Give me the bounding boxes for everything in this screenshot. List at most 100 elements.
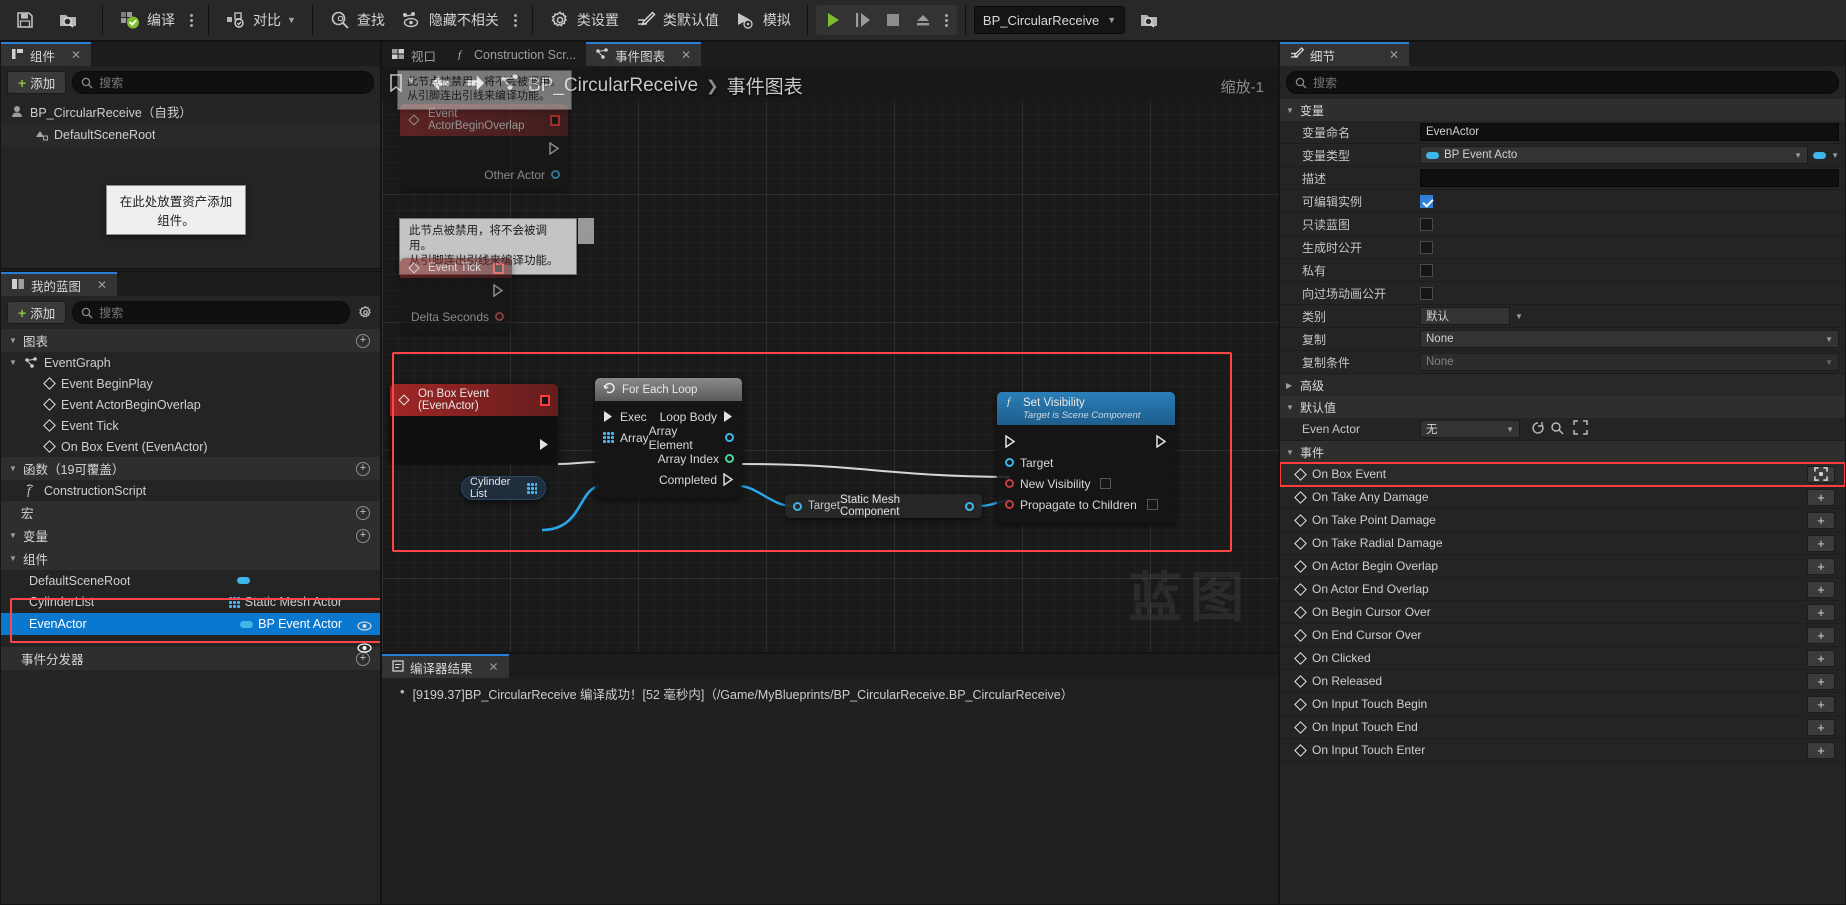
diff-button[interactable]: 对比 ▼ xyxy=(217,3,304,37)
tab-construction-script[interactable]: f Construction Scr... xyxy=(446,42,586,66)
tree-item-event[interactable]: Event ActorBeginOverlap xyxy=(1,394,380,415)
class-settings-button[interactable]: 类设置 xyxy=(541,3,627,37)
save-button[interactable] xyxy=(6,3,50,37)
section-components[interactable]: ▼ 组件 xyxy=(1,547,380,570)
section-event-dispatchers[interactable]: 事件分发器 + xyxy=(1,647,380,670)
add-event-button[interactable]: + xyxy=(1807,649,1835,667)
object-out-pin[interactable] xyxy=(551,170,560,179)
bool-in-pin[interactable] xyxy=(1005,479,1014,488)
details-event-row[interactable]: On Clicked + xyxy=(1280,647,1845,670)
add-function-button[interactable]: + xyxy=(356,461,370,476)
tree-item-function[interactable]: f ConstructionScript xyxy=(1,480,380,501)
my-blueprint-search-input[interactable]: 搜索 xyxy=(72,301,350,324)
component-child-item[interactable]: DefaultSceneRoot xyxy=(1,123,380,147)
add-event-button[interactable]: + xyxy=(1807,741,1835,759)
add-event-button[interactable]: + xyxy=(1807,511,1835,529)
bool-in-pin[interactable] xyxy=(1005,500,1014,509)
section-variables[interactable]: ▼ 变量 + xyxy=(1,524,380,547)
details-event-row[interactable]: On Take Point Damage + xyxy=(1280,509,1845,532)
add-event-button[interactable]: + xyxy=(1807,557,1835,575)
details-event-row[interactable]: On Take Any Damage + xyxy=(1280,486,1845,509)
find-button[interactable]: 查找 xyxy=(321,3,393,37)
tab-components[interactable]: 组件 ✕ xyxy=(1,42,92,66)
use-selected-asset-icon[interactable] xyxy=(1531,421,1545,438)
tab-viewport[interactable]: 视口 xyxy=(382,42,446,66)
add-macro-button[interactable]: + xyxy=(356,505,370,520)
add-graph-button[interactable]: + xyxy=(356,333,370,348)
variable-name-input[interactable]: EvenActor xyxy=(1420,123,1839,141)
exec-in-pin[interactable] xyxy=(603,410,614,423)
class-defaults-button[interactable]: 类默认值 xyxy=(627,3,727,37)
details-section-advanced[interactable]: ▶ 高级 xyxy=(1280,374,1845,396)
exec-out-pin[interactable] xyxy=(723,473,734,486)
exec-out-pin[interactable] xyxy=(723,410,734,423)
goto-event-button[interactable] xyxy=(1807,465,1835,483)
node-static-mesh-component[interactable]: Target Static Mesh Component xyxy=(785,494,982,518)
details-event-row[interactable]: On Take Radial Damage + xyxy=(1280,532,1845,555)
details-search-input[interactable]: 搜索 xyxy=(1286,71,1839,94)
details-event-row[interactable]: On Box Event xyxy=(1280,462,1845,487)
array-out-pin[interactable] xyxy=(526,482,537,494)
tab-compiler-results[interactable]: 编译器结果 ✕ xyxy=(382,654,509,678)
expose-on-spawn-checkbox[interactable] xyxy=(1420,240,1433,254)
replication-select[interactable]: None ▼ xyxy=(1420,330,1839,348)
add-event-button[interactable]: + xyxy=(1807,695,1835,713)
add-event-button[interactable]: + xyxy=(1807,580,1835,598)
component-visibility-toggle[interactable] xyxy=(357,642,372,657)
details-event-row[interactable]: On Input Touch Begin + xyxy=(1280,693,1845,716)
section-graphs[interactable]: ▼ 图表 + xyxy=(1,329,380,352)
target-in-pin[interactable] xyxy=(1005,458,1014,467)
hide-unrelated-options-button[interactable] xyxy=(507,3,524,37)
category-select[interactable]: 默认 xyxy=(1420,307,1510,325)
chevron-down-icon[interactable]: ▼ xyxy=(1515,312,1523,321)
add-variable-button[interactable]: + xyxy=(356,528,370,543)
simulate-button[interactable]: 模拟 xyxy=(727,3,799,37)
hide-unrelated-button[interactable]: 隐藏不相关 xyxy=(393,3,507,37)
blueprint-selector[interactable]: BP_CircularReceive ▼ xyxy=(973,6,1126,34)
node-cylinder-list[interactable]: Cylinder List xyxy=(461,476,546,500)
add-event-button[interactable]: + xyxy=(1807,534,1835,552)
compiler-results-row[interactable]: • [9199.37]BP_CircularReceive 编译成功！[52 毫… xyxy=(382,678,1278,703)
compile-button[interactable]: 编译 xyxy=(111,3,183,37)
details-event-row[interactable]: On Begin Cursor Over + xyxy=(1280,601,1845,624)
close-icon[interactable]: ✕ xyxy=(97,278,107,292)
add-event-button[interactable]: + xyxy=(1807,718,1835,736)
play-options-button[interactable] xyxy=(938,6,955,34)
variable-container-swatch[interactable] xyxy=(1813,151,1827,159)
blueprint-component-row[interactable]: EvenActor BP Event Actor xyxy=(1,613,380,635)
tree-item-event-graph[interactable]: ▼ EventGraph xyxy=(1,352,380,373)
object-out-pin[interactable] xyxy=(725,433,734,442)
graph-canvas[interactable]: ▼ BP_CircularReceive ❯ 事件图表 缩放-1 蓝图 Even… xyxy=(382,66,1278,652)
component-visibility-toggle[interactable] xyxy=(357,620,372,635)
browse-to-asset-icon[interactable] xyxy=(1550,421,1564,438)
browse-button[interactable] xyxy=(50,3,94,37)
float-out-pin[interactable] xyxy=(495,312,504,321)
step-button[interactable] xyxy=(848,5,878,35)
editable-instance-checkbox[interactable] xyxy=(1420,194,1433,208)
add-event-button[interactable]: + xyxy=(1807,626,1835,644)
details-event-row[interactable]: On Input Touch Enter + xyxy=(1280,739,1845,762)
close-icon[interactable]: ✕ xyxy=(681,48,691,62)
tree-item-event[interactable]: Event Tick xyxy=(1,415,380,436)
new-visibility-checkbox[interactable] xyxy=(1100,478,1112,489)
tab-my-blueprint[interactable]: 我的蓝图 ✕ xyxy=(1,272,118,296)
section-macros[interactable]: 宏 + xyxy=(1,501,380,524)
object-out-pin[interactable] xyxy=(965,501,974,511)
node-set-visibility[interactable]: f Set Visibility Target is Scene Compone… xyxy=(997,392,1175,523)
close-icon[interactable]: ✕ xyxy=(71,48,81,62)
component-root-item[interactable]: BP_CircularReceive（自我） xyxy=(1,99,380,123)
exec-out-pin[interactable] xyxy=(539,438,550,451)
add-event-button[interactable]: + xyxy=(1807,488,1835,506)
node-event-actor-begin-overlap[interactable]: Event ActorBeginOverlap Other Actor xyxy=(400,104,568,190)
tab-event-graph[interactable]: 事件图表 ✕ xyxy=(586,42,702,66)
expand-asset-icon[interactable] xyxy=(1573,420,1588,438)
exec-out-pin[interactable] xyxy=(549,141,560,156)
compile-options-button[interactable] xyxy=(183,3,200,37)
add-blueprint-item-button[interactable]: + 添加 xyxy=(7,301,67,324)
blueprint-component-row[interactable]: CylinderList Static Mesh Actor xyxy=(1,591,380,613)
close-icon[interactable]: ✕ xyxy=(489,660,499,674)
private-checkbox[interactable] xyxy=(1420,263,1433,277)
description-input[interactable] xyxy=(1420,169,1839,187)
tab-details[interactable]: 细节 ✕ xyxy=(1280,42,1410,66)
variable-type-select[interactable]: BP Event Acto ▼ xyxy=(1420,146,1809,164)
